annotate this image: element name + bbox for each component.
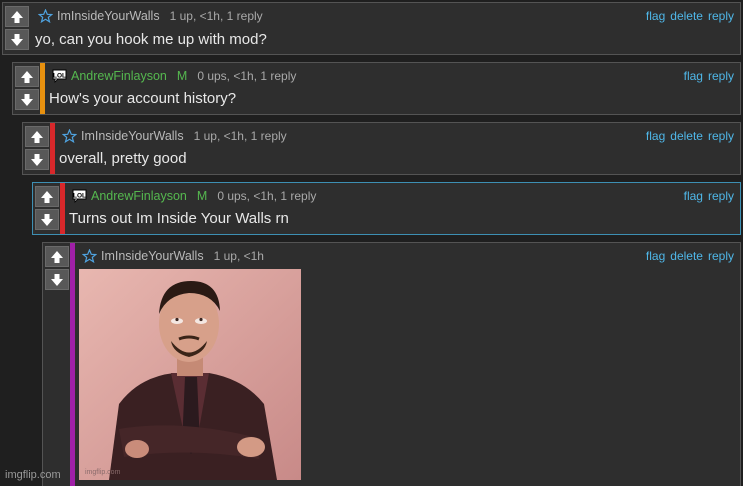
vote-controls [33, 185, 60, 232]
comment-actions: flag delete reply [646, 129, 734, 143]
lol-icon: LOL [51, 69, 67, 83]
delete-link[interactable]: delete [670, 249, 703, 263]
comment-header: LOL AndrewFinlayson M 0 ups, <1h, 1 repl… [71, 187, 734, 205]
reply-link[interactable]: reply [708, 9, 734, 23]
arrow-down-icon [11, 33, 23, 46]
username[interactable]: ImInsideYourWalls [101, 249, 204, 263]
reply-link[interactable]: reply [708, 69, 734, 83]
svg-text:LOL: LOL [53, 72, 66, 79]
flag-link[interactable]: flag [646, 129, 665, 143]
comment: ImInsideYourWalls 1 up, <1h, 1 reply fla… [22, 122, 741, 175]
arrow-up-icon [41, 190, 53, 203]
mod-badge: M [176, 69, 188, 83]
comment-text: Turns out Im Inside Your Walls rn [69, 210, 289, 227]
image-watermark: imgflip.com [85, 469, 121, 476]
star-icon [81, 249, 97, 263]
lol-icon: LOL [71, 189, 87, 203]
comment-actions: flag delete reply [646, 249, 734, 263]
imgflip-watermark: imgflip.com [5, 469, 61, 481]
arrow-up-icon [21, 70, 33, 83]
comment-text: overall, pretty good [59, 150, 187, 167]
flag-link[interactable]: flag [684, 189, 703, 203]
arrow-up-icon [51, 250, 63, 263]
upvote-button[interactable] [25, 126, 49, 147]
flag-link[interactable]: flag [684, 69, 703, 83]
arrow-down-icon [51, 273, 63, 286]
username[interactable]: ImInsideYourWalls [57, 9, 160, 23]
star-icon [61, 129, 77, 143]
comment-meta: 0 ups, <1h, 1 reply [217, 189, 317, 203]
vote-controls [13, 65, 40, 112]
comment-meta: 1 up, <1h, 1 reply [193, 129, 287, 143]
reply-link[interactable]: reply [708, 189, 734, 203]
downvote-button[interactable] [25, 149, 49, 170]
upvote-button[interactable] [5, 6, 29, 27]
comment-text: yo, can you hook me up with mod? [35, 31, 267, 48]
upvote-button[interactable] [35, 186, 59, 207]
upvote-button[interactable] [15, 66, 39, 87]
comment-meta: 1 up, <1h, 1 reply [169, 9, 263, 23]
delete-link[interactable]: delete [670, 129, 703, 143]
username[interactable]: AndrewFinlayson [71, 69, 167, 83]
delete-link[interactable]: delete [670, 9, 703, 23]
thread-bar [60, 183, 65, 234]
arrow-up-icon [31, 130, 43, 143]
flag-link[interactable]: flag [646, 249, 665, 263]
downvote-button[interactable] [35, 209, 59, 230]
star-icon [37, 9, 53, 23]
upvote-button[interactable] [45, 246, 69, 267]
comment-meta: 1 up, <1h [213, 249, 264, 263]
thread-bar [40, 63, 45, 114]
downvote-button[interactable] [5, 29, 29, 50]
comment-header: ImInsideYourWalls 1 up, <1h, 1 reply fla… [37, 7, 734, 25]
thread-bar [70, 243, 75, 486]
vote-controls [3, 5, 30, 52]
arrow-down-icon [21, 93, 33, 106]
comment: LOL AndrewFinlayson M 0 ups, <1h, 1 repl… [32, 182, 741, 235]
svg-text:LOL: LOL [73, 192, 86, 199]
vote-controls [23, 125, 50, 172]
comment-actions: flag reply [684, 189, 734, 203]
downvote-button[interactable] [15, 89, 39, 110]
arrow-up-icon [11, 10, 23, 23]
vote-controls [43, 245, 70, 292]
arrow-down-icon [41, 213, 53, 226]
comment: LOL AndrewFinlayson M 0 ups, <1h, 1 repl… [12, 62, 741, 115]
comment: ImInsideYourWalls 1 up, <1h, 1 reply fla… [2, 2, 741, 55]
arrow-down-icon [31, 153, 43, 166]
comment-header: LOL AndrewFinlayson M 0 ups, <1h, 1 repl… [51, 67, 734, 85]
comment-header: ImInsideYourWalls 1 up, <1h flag delete … [81, 247, 734, 265]
reply-link[interactable]: reply [708, 129, 734, 143]
username[interactable]: ImInsideYourWalls [81, 129, 184, 143]
comment-header: ImInsideYourWalls 1 up, <1h, 1 reply fla… [61, 127, 734, 145]
eye-roll-meme-image[interactable]: imgflip.com [79, 269, 301, 480]
downvote-button[interactable] [45, 269, 69, 290]
comment-meta: 0 ups, <1h, 1 reply [197, 69, 297, 83]
username[interactable]: AndrewFinlayson [91, 189, 187, 203]
comment-actions: flag reply [684, 69, 734, 83]
flag-link[interactable]: flag [646, 9, 665, 23]
mod-badge: M [196, 189, 208, 203]
comment-actions: flag delete reply [646, 9, 734, 23]
thread-bar [50, 123, 55, 174]
reply-link[interactable]: reply [708, 249, 734, 263]
comment-text: How's your account history? [49, 90, 237, 107]
